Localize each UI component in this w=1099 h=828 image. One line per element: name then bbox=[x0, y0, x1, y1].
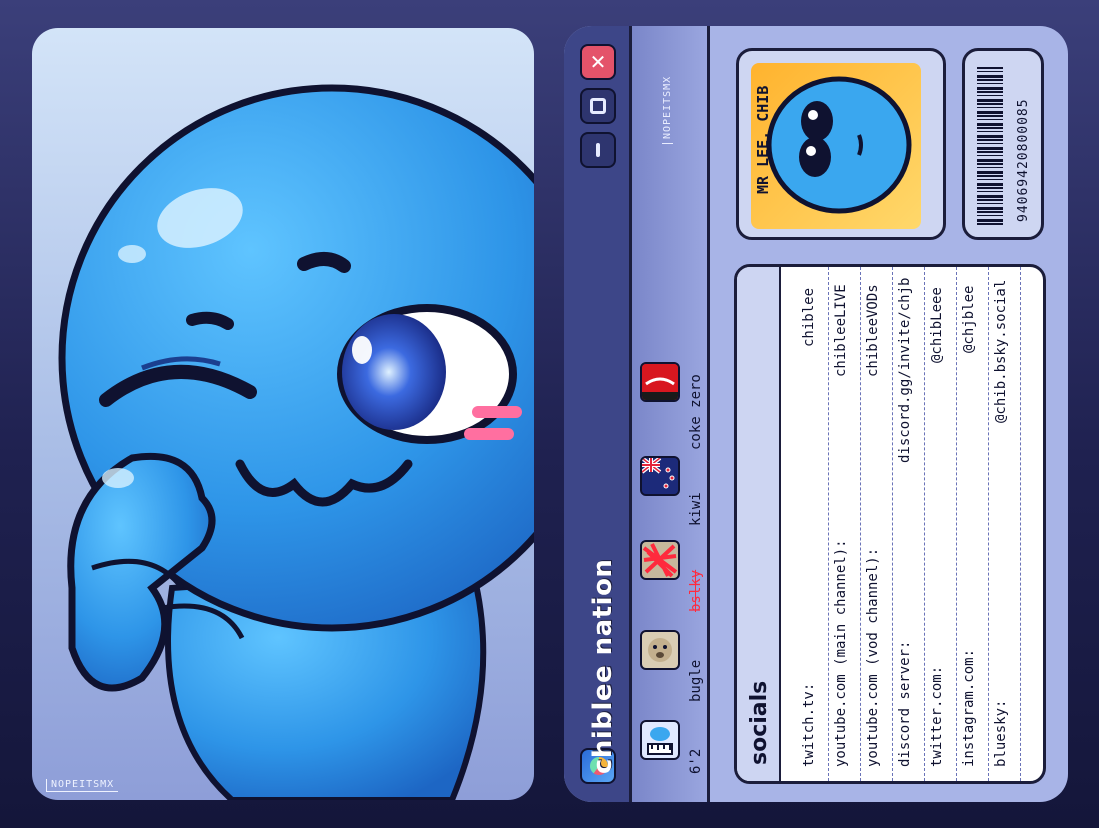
socials-header: socials bbox=[737, 267, 781, 781]
social-row: youtube.com (main channel): chibleeLIVE bbox=[829, 267, 861, 781]
bugle-icon bbox=[640, 630, 680, 670]
social-key: instagram.com: bbox=[961, 648, 977, 767]
stat-nationality-label: kiwi bbox=[688, 492, 704, 526]
socials-panel: socials twitch.tv: chiblee youtube.com (… bbox=[734, 264, 1046, 784]
social-row: bluesky: @chib.bsky.social bbox=[989, 267, 1021, 781]
socials-title: socials bbox=[747, 680, 772, 765]
profile-watermark: NOPEITSMX bbox=[662, 75, 673, 144]
stat-drink-label: coke zero bbox=[688, 374, 704, 450]
social-key: youtube.com (vod channel): bbox=[865, 547, 881, 767]
social-key: youtube.com (main channel): bbox=[833, 539, 849, 767]
youtube-main-link[interactable]: chibleeLIVE bbox=[833, 284, 849, 377]
id-name: MR LEE, CHIB bbox=[754, 85, 772, 194]
minimize-button[interactable] bbox=[580, 132, 616, 168]
winking-blue-character-illustration bbox=[58, 84, 534, 800]
twitch-link[interactable]: chiblee bbox=[801, 288, 817, 347]
social-row: discord server: discord.gg/invite/chjb bbox=[893, 267, 925, 781]
character-artwork: NOPEITSMX bbox=[32, 28, 534, 800]
crossed-out-icon bbox=[640, 540, 680, 580]
stat-crossed-label: bslky bbox=[688, 569, 704, 612]
profile-card: ✕ chiblee nation 6'2 bugle bslky kiwi co… bbox=[564, 26, 1068, 802]
nz-flag-icon bbox=[640, 456, 680, 496]
social-key: twitch.tv: bbox=[801, 682, 817, 767]
barcode-number: 94069420800085 bbox=[1016, 98, 1031, 222]
youtube-vod-link[interactable]: chibleeVODs bbox=[865, 284, 881, 377]
instagram-link[interactable]: @chjblee bbox=[961, 286, 977, 353]
social-key: bluesky: bbox=[993, 699, 1009, 767]
artist-watermark: NOPEITSMX bbox=[46, 779, 119, 792]
discord-link[interactable]: discord.gg/invite/chjb bbox=[897, 278, 913, 463]
stat-height-label: 6'2 bbox=[688, 748, 704, 774]
close-icon: ✕ bbox=[589, 50, 607, 74]
bluesky-link[interactable]: @chib.bsky.social bbox=[993, 280, 1009, 423]
social-row: twitter.com: @chibLeee bbox=[925, 267, 957, 781]
social-row: youtube.com (vod channel): chibleeVODs bbox=[861, 267, 893, 781]
minimize-icon bbox=[596, 143, 600, 157]
close-button[interactable]: ✕ bbox=[580, 44, 616, 80]
maximize-button[interactable] bbox=[580, 88, 616, 124]
social-key: twitter.com: bbox=[929, 665, 945, 767]
social-row: twitch.tv: chiblee bbox=[797, 267, 829, 781]
window-titlebar: ✕ chiblee nation bbox=[564, 26, 632, 802]
social-key: discord server: bbox=[897, 640, 913, 767]
social-row: instagram.com: @chjblee bbox=[957, 267, 989, 781]
twitter-link[interactable]: @chibLeee bbox=[929, 287, 945, 363]
barcode-bars bbox=[977, 67, 1003, 225]
character-portrait bbox=[751, 63, 921, 229]
maximize-icon bbox=[590, 98, 606, 114]
window-title: chiblee nation bbox=[588, 558, 618, 774]
stat-pet-label: bugle bbox=[688, 659, 704, 702]
barcode bbox=[962, 48, 1044, 240]
height-ruler-icon bbox=[640, 720, 680, 760]
coke-can-icon bbox=[640, 362, 680, 402]
